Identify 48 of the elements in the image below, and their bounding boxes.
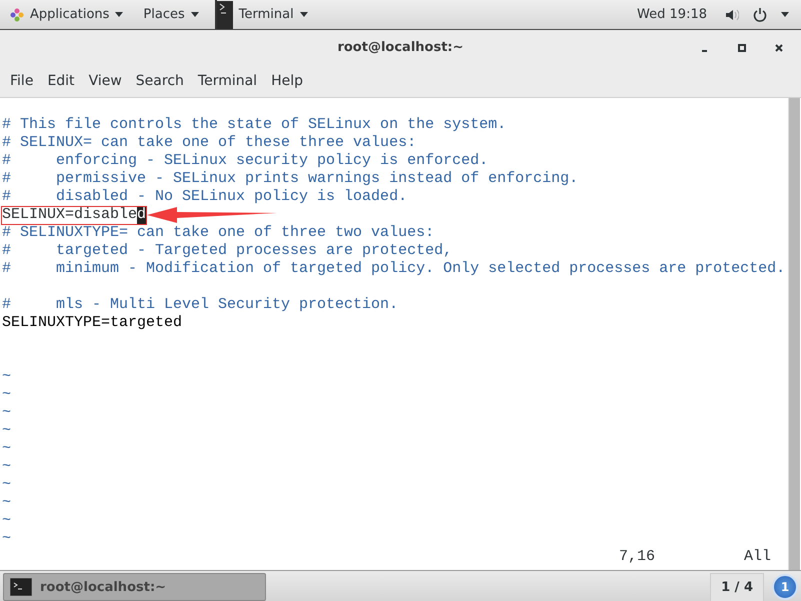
terminal-icon: [216, 0, 233, 28]
code-line: # This file controls the state of SELinux on the system.: [2, 116, 506, 134]
code-line: # minimum - Modification of targeted policy. Only selected processes are protected.: [2, 260, 786, 278]
empty-line-marker: ~: [2, 368, 12, 386]
terminal-icon: [10, 578, 32, 596]
clock[interactable]: Wed 19:18: [637, 7, 707, 22]
caret-icon: [781, 12, 789, 17]
caret-icon: [300, 12, 308, 17]
code-line: # SELINUXTYPE= can take one of three two values:: [2, 224, 434, 242]
code-line: # targeted - Targeted processes are protected,: [2, 242, 452, 260]
caret-icon: [115, 12, 124, 17]
task-button[interactable]: root@localhost:~: [3, 573, 266, 601]
menu-item[interactable]: View: [84, 73, 127, 89]
workspace-indicator[interactable]: 1 / 4: [710, 572, 764, 601]
empty-line-marker: ~: [2, 458, 12, 476]
text-cursor: d: [137, 206, 146, 224]
cursor-position: 7,16: [619, 548, 656, 566]
menu-item[interactable]: Search: [130, 73, 189, 89]
code-line: SELINUX=disable: [2, 206, 138, 224]
menu-button[interactable]: Places: [133, 0, 209, 29]
empty-line-marker: ~: [2, 494, 12, 512]
caret-icon: [190, 12, 199, 17]
power-icon: [753, 8, 767, 22]
code-line: # disabled - No SELinux policy is loaded.: [2, 188, 408, 206]
empty-line-marker: ~: [2, 530, 12, 548]
scroll-position: All: [744, 548, 772, 566]
empty-line-marker: ~: [2, 440, 12, 458]
close-icon[interactable]: [775, 44, 783, 52]
empty-line-marker: ~: [2, 422, 12, 440]
menu-item[interactable]: Terminal: [192, 73, 262, 89]
empty-line-marker: ~: [2, 512, 12, 530]
menu-item[interactable]: File: [5, 73, 38, 89]
code-line: # permissive - SELinux prints warnings instead of enforcing.: [2, 170, 578, 188]
window-title: root@localhost:~: [337, 40, 464, 55]
maximize-icon[interactable]: [738, 44, 746, 52]
code-line: # mls - Multi Level Security protection.: [2, 296, 398, 314]
menu-item[interactable]: Edit: [42, 73, 80, 89]
empty-line-marker: ~: [2, 476, 12, 494]
apps-icon: [10, 8, 24, 22]
menu-button[interactable]: Applications: [0, 0, 134, 29]
empty-line-marker: ~: [2, 404, 12, 422]
code-line: SELINUXTYPE=targeted: [2, 314, 182, 332]
code-line: # enforcing - SELinux security policy is enforced.: [2, 152, 488, 170]
empty-line-marker: ~: [2, 386, 12, 404]
code-line: # SELINUX= can take one of these three values:: [2, 134, 416, 152]
scrollbar[interactable]: [788, 98, 800, 570]
menu-item[interactable]: Help: [266, 73, 308, 89]
volume-icon: [725, 8, 739, 20]
